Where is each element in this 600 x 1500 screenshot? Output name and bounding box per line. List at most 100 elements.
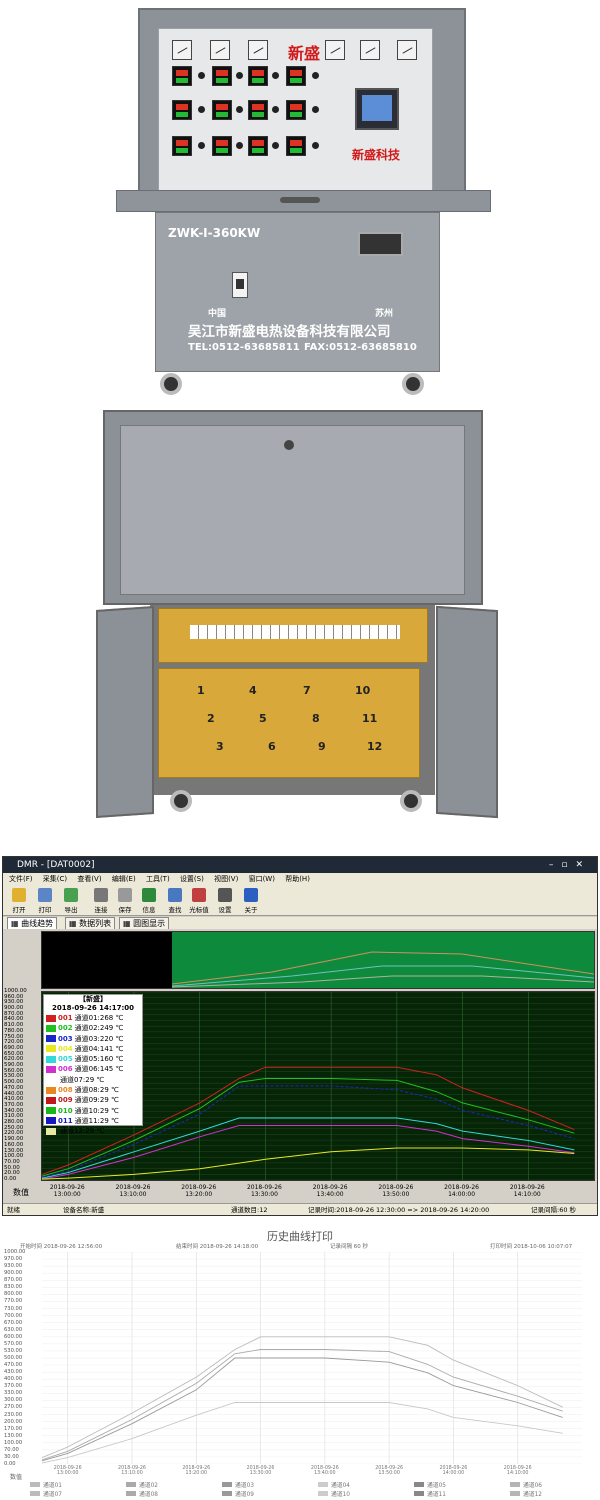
fax: FAX:0512-63685810 bbox=[304, 342, 417, 353]
plot-area[interactable]: 【新盛】 2018-09-26 14:17:00 001 通道01:268 ℃ 00… bbox=[41, 991, 595, 1181]
toolbar-label: 查找 bbox=[168, 906, 182, 914]
legend-time: 2018-09-26 14:17:00 bbox=[51, 1004, 135, 1012]
menu-edit[interactable]: 编辑(E) bbox=[112, 875, 136, 883]
legend-row: 通道07:29 ℃ bbox=[44, 1075, 142, 1085]
temperature-controller bbox=[248, 136, 268, 156]
toolbar-button-5[interactable]: 信息 bbox=[137, 888, 161, 914]
channel-value: 通道12:29 ℃ bbox=[60, 1127, 105, 1136]
caster-wheel bbox=[160, 373, 182, 395]
toolbar-label: 信息 bbox=[142, 906, 156, 914]
menu-settings[interactable]: 设置(S) bbox=[180, 875, 204, 883]
dmr-window: DMR - [DAT0002] –▫✕ 文件(F) 采集(C) 查看(V) 编辑… bbox=[2, 856, 598, 1216]
print-y-tick: 300.00 bbox=[4, 1397, 23, 1404]
legend-row: 通道12:29 ℃ bbox=[44, 1126, 142, 1136]
print-time: 打印时间 2018-10-06 10:07:07 bbox=[490, 1244, 573, 1250]
print-y-tick: 270.00 bbox=[4, 1404, 23, 1411]
menu-window-view[interactable]: 视图(V) bbox=[214, 875, 238, 883]
channel-id: 011 bbox=[58, 1116, 73, 1125]
toolbar-button-4[interactable]: 保存 bbox=[113, 888, 137, 914]
y-axis-label: 数值 bbox=[13, 1188, 29, 1197]
title-bar: DMR - [DAT0002] –▫✕ bbox=[3, 857, 597, 873]
window-controls[interactable]: –▫✕ bbox=[549, 857, 591, 873]
check-icon bbox=[142, 888, 156, 902]
channel-value: 通道06:145 ℃ bbox=[74, 1065, 124, 1074]
toolbar-label: 连接 bbox=[94, 906, 108, 914]
caster-wheel bbox=[402, 373, 424, 395]
print-legend-swatch bbox=[126, 1491, 136, 1496]
print-y-tick: 970.00 bbox=[4, 1256, 23, 1263]
print-y-tick: 830.00 bbox=[4, 1284, 23, 1291]
panel-brand: 新盛科技 bbox=[352, 148, 401, 162]
ammeter-icon bbox=[248, 40, 268, 60]
toolbar-label: 打开 bbox=[12, 906, 26, 914]
toolbar-button-9[interactable]: 关于 bbox=[239, 888, 263, 914]
channel-value: 通道11:29 ℃ bbox=[74, 1116, 119, 1125]
status-interval: 记录间隔:60 秒 bbox=[531, 1206, 577, 1214]
tel: TEL:0512-63685811 bbox=[188, 342, 300, 353]
print-y-tick: 330.00 bbox=[4, 1390, 23, 1397]
channel-swatch bbox=[46, 1055, 56, 1063]
tab-data-list[interactable]: ▦ 数据列表 bbox=[65, 917, 116, 929]
channel-swatch bbox=[46, 1014, 56, 1022]
channel-value: 通道03:220 ℃ bbox=[74, 1034, 124, 1043]
channel-id: 005 bbox=[58, 1055, 73, 1064]
toolbar-button-8[interactable]: 设置 bbox=[213, 888, 237, 914]
print-y-tick: 630.00 bbox=[4, 1326, 23, 1333]
channel-id: 004 bbox=[58, 1044, 73, 1053]
print-legend-item: 通道08 bbox=[126, 1489, 158, 1498]
channel-swatch bbox=[46, 1024, 56, 1032]
toolbar-button-3[interactable]: 连接 bbox=[89, 888, 113, 914]
menu-view[interactable]: 查看(V) bbox=[77, 875, 101, 883]
toolbar-label: 保存 bbox=[118, 906, 132, 914]
help-icon bbox=[244, 888, 258, 902]
tab-circle-chart[interactable]: ▦ 圆图显示 bbox=[119, 917, 170, 929]
toolbar-button-6[interactable]: 查找 bbox=[163, 888, 187, 914]
main-switch bbox=[232, 272, 248, 298]
menu-help[interactable]: 帮助(H) bbox=[285, 875, 310, 883]
print-y-tick: 870.00 bbox=[4, 1277, 23, 1284]
toolbar-button-7[interactable]: 光标值 bbox=[187, 888, 211, 914]
print-y-tick: 570.00 bbox=[4, 1340, 23, 1347]
channel-id: 010 bbox=[58, 1106, 73, 1115]
print-x-tick: 2018-09-26 14:10:00 bbox=[503, 1466, 532, 1476]
toolbar-label: 光标值 bbox=[189, 906, 209, 914]
model-number: ZWK-I-360KW bbox=[168, 226, 261, 240]
product-photos: 新盛 新盛科技 ZWK-I-360KW 中国 苏州 吴江市新盛电热设备科技有限公… bbox=[0, 0, 600, 830]
status-channels: 通道数目:12 bbox=[231, 1206, 268, 1214]
temperature-controller bbox=[212, 66, 232, 86]
print-x-tick: 2018-09-26 13:10:00 bbox=[118, 1466, 146, 1476]
print-legend-item: 通道12 bbox=[510, 1489, 542, 1498]
toolbar-label: 导出 bbox=[64, 906, 78, 914]
channel-swatch bbox=[46, 1107, 56, 1115]
channel-value: 通道07:29 ℃ bbox=[60, 1075, 105, 1084]
print-legend-swatch bbox=[222, 1491, 232, 1496]
menu-window[interactable]: 窗口(W) bbox=[249, 875, 275, 883]
temperature-controller bbox=[172, 136, 192, 156]
save-icon bbox=[118, 888, 132, 902]
x-tick-label: 2018-09-26 13:50:00 bbox=[378, 1184, 414, 1198]
right-door bbox=[436, 605, 498, 819]
folder-open-icon bbox=[12, 888, 26, 902]
menu-tools[interactable]: 工具(T) bbox=[146, 875, 170, 883]
temperature-controller bbox=[248, 66, 268, 86]
menu-file[interactable]: 文件(F) bbox=[9, 875, 33, 883]
legend-row: 010 通道10:29 ℃ bbox=[44, 1106, 142, 1116]
print-legend-swatch bbox=[510, 1482, 520, 1487]
ammeter-icon bbox=[325, 40, 345, 60]
print-y-tick: 30.00 bbox=[4, 1453, 19, 1460]
print-x-tick: 2018-09-26 14:00:00 bbox=[439, 1466, 468, 1476]
toolbar-button-2[interactable]: 导出 bbox=[59, 888, 83, 914]
bay-number: 5 bbox=[259, 712, 267, 725]
print-legend-swatch bbox=[510, 1491, 520, 1496]
print-x-tick: 2018-09-26 13:20:00 bbox=[182, 1466, 211, 1476]
menu-collect[interactable]: 采集(C) bbox=[43, 875, 67, 883]
channel-id: 009 bbox=[58, 1096, 73, 1105]
overview-strip[interactable] bbox=[41, 931, 595, 989]
tab-curve-trend[interactable]: ▦ 曲线趋势 bbox=[7, 917, 58, 929]
status-ready: 就绪 bbox=[7, 1206, 20, 1214]
channel-id: 002 bbox=[58, 1024, 73, 1033]
toolbar-button-1[interactable]: 打印 bbox=[33, 888, 57, 914]
print-legend-item: 通道06 bbox=[510, 1480, 542, 1489]
cursor-value-icon bbox=[192, 888, 206, 902]
toolbar-button-0[interactable]: 打开 bbox=[7, 888, 31, 914]
